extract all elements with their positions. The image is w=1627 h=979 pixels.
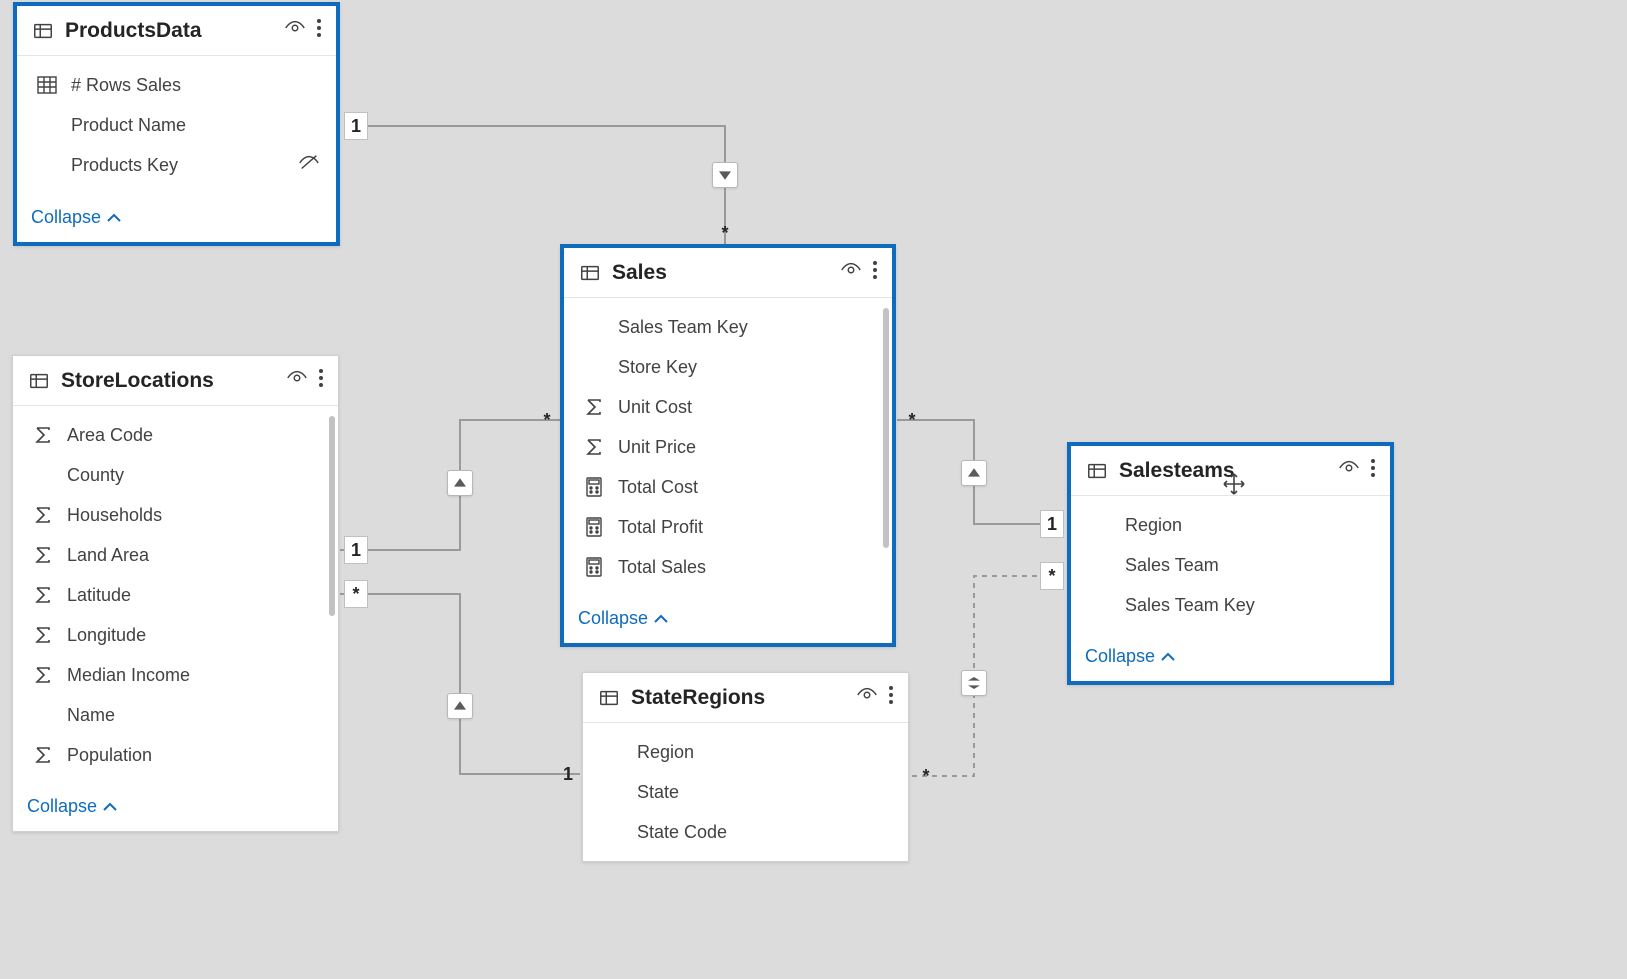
sigma-icon xyxy=(31,423,55,447)
field-row[interactable]: State xyxy=(583,773,908,811)
table-sales[interactable]: Sales Sales Team Key Store Key Unit Cost… xyxy=(560,244,896,647)
table-header[interactable]: StoreLocations xyxy=(13,356,338,406)
visibility-icon[interactable] xyxy=(840,260,862,285)
field-list: Area Code County Households Land Area La… xyxy=(13,406,338,784)
field-list: Region State State Code xyxy=(583,723,908,861)
table-icon xyxy=(1085,459,1109,483)
table-productsdata[interactable]: ProductsData # Rows Sales Product Name xyxy=(13,2,340,246)
filter-direction-sales-salesteam[interactable] xyxy=(961,460,987,486)
move-cursor-icon xyxy=(1222,472,1246,496)
cardinality-sales-many-left: * xyxy=(535,406,559,434)
table-title: ProductsData xyxy=(65,19,274,43)
field-row[interactable]: Latitude xyxy=(13,576,338,614)
field-list: Sales Team Key Store Key Unit Cost Unit … xyxy=(564,298,892,596)
table-icon xyxy=(31,19,55,43)
table-storelocations[interactable]: StoreLocations Area Code County Househol… xyxy=(12,355,339,832)
chevron-up-icon xyxy=(1161,652,1175,662)
filter-direction-store-sales[interactable] xyxy=(447,470,473,496)
cardinality-salesteams-many: * xyxy=(1040,562,1064,590)
cardinality-salesteams-one: 1 xyxy=(1040,510,1064,538)
table-icon xyxy=(27,369,51,393)
cardinality-productsdata-one: 1 xyxy=(344,112,368,140)
field-row-products-key[interactable]: Products Key xyxy=(17,146,336,185)
chevron-up-icon xyxy=(107,213,121,223)
hidden-icon[interactable] xyxy=(298,153,322,178)
scrollbar[interactable] xyxy=(329,416,335,616)
sigma-icon xyxy=(31,663,55,687)
more-icon[interactable] xyxy=(888,685,894,710)
calculator-icon xyxy=(582,515,606,539)
table-header[interactable]: StateRegions xyxy=(583,673,908,723)
sigma-icon xyxy=(31,623,55,647)
field-row[interactable]: Store Key xyxy=(564,348,892,386)
sigma-icon xyxy=(31,583,55,607)
more-icon[interactable] xyxy=(872,260,878,285)
table-title: Sales xyxy=(612,261,830,285)
field-row[interactable]: Region xyxy=(1071,506,1390,544)
field-row[interactable]: Households xyxy=(13,496,338,534)
visibility-icon[interactable] xyxy=(1338,458,1360,483)
field-row[interactable]: Total Cost xyxy=(564,468,892,506)
field-row[interactable]: Total Sales xyxy=(564,548,892,586)
table-title: StateRegions xyxy=(631,686,846,710)
sigma-icon xyxy=(31,543,55,567)
collapse-button[interactable]: Collapse xyxy=(1085,646,1175,667)
field-row[interactable]: County xyxy=(13,456,338,494)
cardinality-sales-many-top: * xyxy=(713,219,737,247)
calculator-icon xyxy=(582,555,606,579)
field-row[interactable]: Unit Cost xyxy=(564,388,892,426)
chevron-up-icon xyxy=(103,802,117,812)
more-icon[interactable] xyxy=(318,368,324,393)
sigma-icon xyxy=(31,503,55,527)
field-list: Region Sales Team Sales Team Key xyxy=(1071,496,1390,634)
sigma-icon xyxy=(31,743,55,767)
cardinality-storelocations-one: 1 xyxy=(344,536,368,564)
field-row[interactable]: State Code xyxy=(583,813,908,851)
chevron-up-icon xyxy=(654,614,668,624)
cardinality-sales-many-right: * xyxy=(900,406,924,434)
more-icon[interactable] xyxy=(316,18,322,43)
field-list: # Rows Sales Product Name Products Key xyxy=(17,56,336,195)
field-row[interactable]: Name xyxy=(13,696,338,734)
filter-direction-products-sales[interactable] xyxy=(712,162,738,188)
table-header[interactable]: ProductsData xyxy=(17,6,336,56)
collapse-button[interactable]: Collapse xyxy=(31,207,121,228)
field-row[interactable]: Sales Team Key xyxy=(1071,586,1390,624)
visibility-icon[interactable] xyxy=(284,18,306,43)
field-row-product-name[interactable]: Product Name xyxy=(17,106,336,144)
field-row[interactable]: Land Area xyxy=(13,536,338,574)
field-row[interactable]: Area Code xyxy=(13,416,338,454)
cardinality-stateregions-many: * xyxy=(914,762,938,790)
scrollbar[interactable] xyxy=(883,308,889,548)
cardinality-stateregions-one: 1 xyxy=(556,760,580,788)
collapse-button[interactable]: Collapse xyxy=(578,608,668,629)
cardinality-storelocations-many: * xyxy=(344,580,368,608)
field-row-rows-sales[interactable]: # Rows Sales xyxy=(17,66,336,104)
filter-direction-state-salesteam[interactable] xyxy=(961,670,987,696)
table-icon xyxy=(597,686,621,710)
field-row[interactable]: Sales Team Key xyxy=(564,308,892,346)
sigma-icon xyxy=(582,435,606,459)
field-row[interactable]: Median Income xyxy=(13,656,338,694)
measure-table-icon xyxy=(35,73,59,97)
sigma-icon xyxy=(582,395,606,419)
table-title: StoreLocations xyxy=(61,369,276,393)
table-header[interactable]: Sales xyxy=(564,248,892,298)
visibility-icon[interactable] xyxy=(856,685,878,710)
table-stateregions[interactable]: StateRegions Region State State Code xyxy=(582,672,909,862)
field-row[interactable]: Sales Team xyxy=(1071,546,1390,584)
more-icon[interactable] xyxy=(1370,458,1376,483)
filter-direction-store-state[interactable] xyxy=(447,693,473,719)
table-icon xyxy=(578,261,602,285)
field-row[interactable]: Longitude xyxy=(13,616,338,654)
field-row[interactable]: Region xyxy=(583,733,908,771)
field-row[interactable]: Population xyxy=(13,736,338,774)
visibility-icon[interactable] xyxy=(286,368,308,393)
field-row[interactable]: Unit Price xyxy=(564,428,892,466)
calculator-icon xyxy=(582,475,606,499)
field-row[interactable]: Total Profit xyxy=(564,508,892,546)
collapse-button[interactable]: Collapse xyxy=(27,796,117,817)
